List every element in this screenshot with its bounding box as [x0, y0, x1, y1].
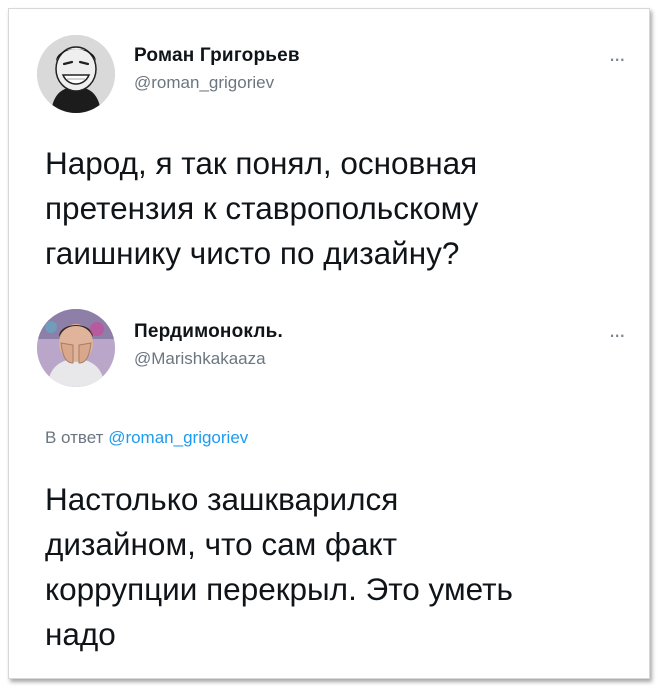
more-options-button[interactable]: ... — [609, 319, 625, 341]
trollface-avatar-icon — [37, 35, 115, 113]
reply-prefix: В ответ — [45, 428, 104, 447]
screenshot-frame: Роман Григорьев @roman_grigoriev ... Нар… — [8, 8, 650, 679]
author-name[interactable]: Пердимонокль. — [134, 321, 283, 343]
avatar[interactable] — [37, 35, 115, 113]
face-in-hands-avatar-icon — [37, 309, 115, 387]
author-handle[interactable]: @roman_grigoriev — [134, 73, 274, 93]
author-handle[interactable]: @Marishkakaaza — [134, 349, 266, 369]
tweet-text: Народ, я так понял, основная претензия к… — [45, 145, 479, 271]
tweet-text: Настолько зашкварился дизайном, что сам … — [45, 481, 513, 652]
author-name[interactable]: Роман Григорьев — [134, 45, 300, 67]
reply-context: В ответ @roman_grigoriev — [45, 428, 248, 448]
reply-mention-link[interactable]: @roman_grigoriev — [108, 428, 248, 447]
avatar[interactable] — [37, 309, 115, 387]
more-options-button[interactable]: ... — [609, 43, 625, 65]
